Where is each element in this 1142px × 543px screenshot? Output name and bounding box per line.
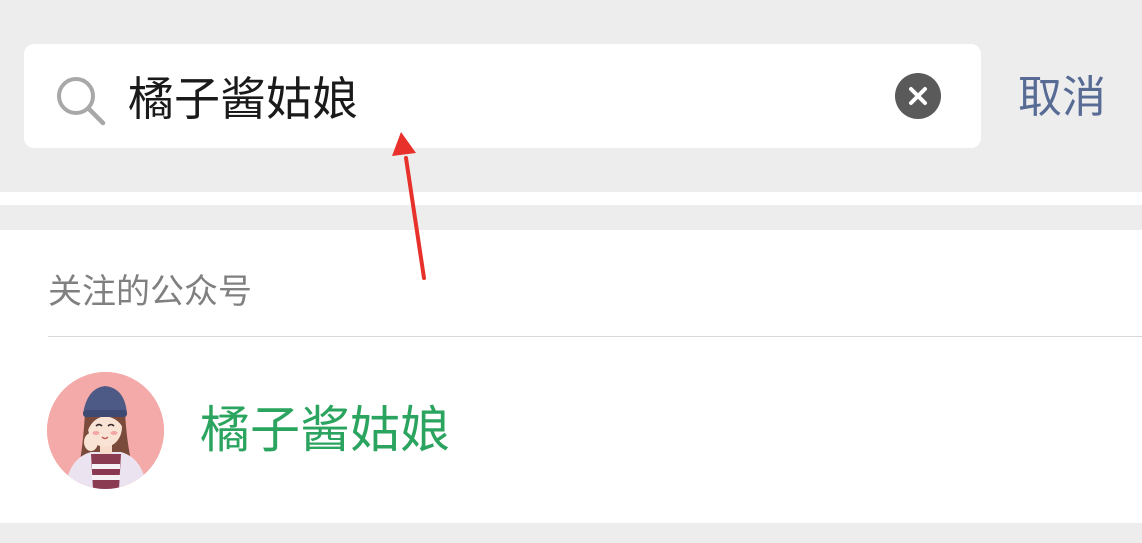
section-header-followed-accounts: 关注的公众号 [48,272,252,312]
section-gap [0,205,1142,230]
clear-icon [909,87,927,105]
divider-strip [0,192,1142,205]
search-icon [54,74,108,128]
clear-button[interactable] [895,73,941,119]
search-bar: 橘子酱姑娘 取消 [0,0,1142,192]
cancel-button[interactable]: 取消 [1018,66,1106,130]
results-panel: 关注的公众号 橘子酱姑娘 [0,230,1142,523]
avatar [47,372,164,489]
account-name: 橘子酱姑娘 [200,401,450,459]
list-item-official-account[interactable]: 橘子酱姑娘 [0,337,1142,523]
search-input[interactable]: 橘子酱姑娘 [128,64,868,134]
bottom-gap [0,523,1142,543]
girl-avatar-icon [47,372,164,489]
